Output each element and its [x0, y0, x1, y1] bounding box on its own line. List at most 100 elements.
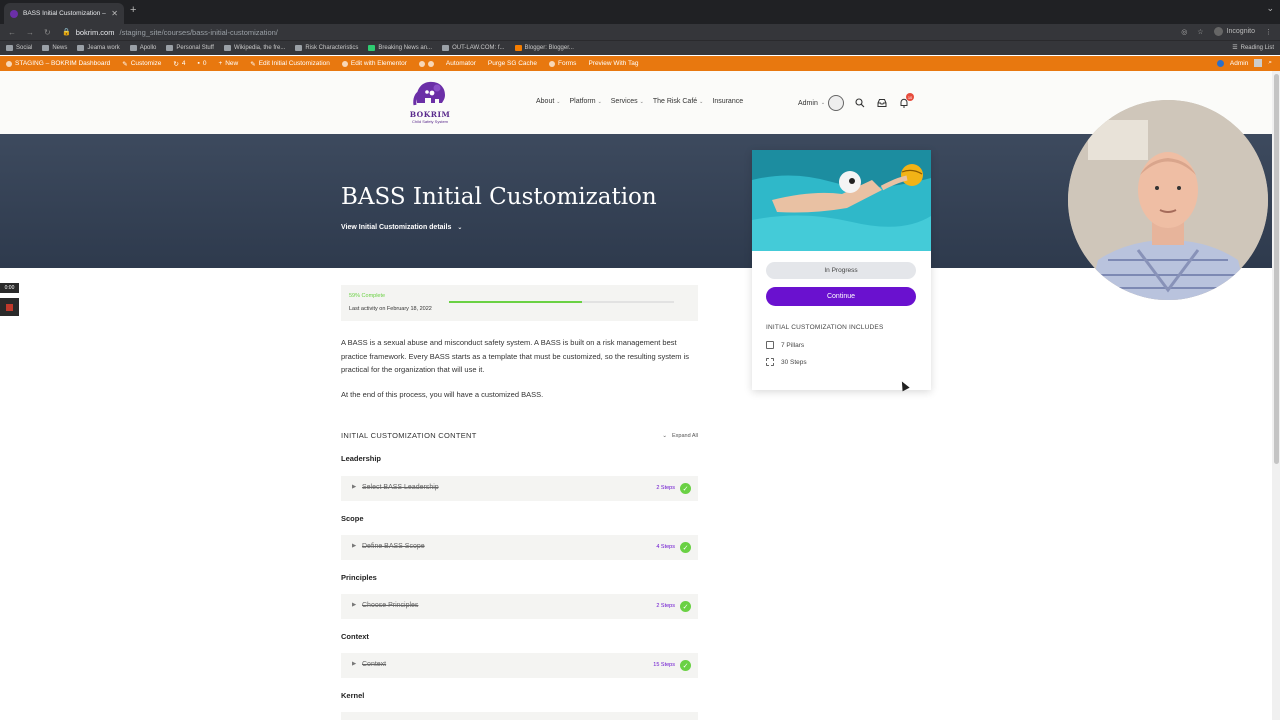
- more-menu-icon[interactable]: ⋮: [1265, 28, 1272, 36]
- header-actions: Admin ⌄ 10: [798, 93, 915, 111]
- search-icon[interactable]: [854, 97, 866, 109]
- wp-elementor-link[interactable]: Edit with Elementor: [341, 60, 407, 67]
- new-tab-icon[interactable]: +: [130, 4, 136, 16]
- browser-tab[interactable]: BASS Initial Customization – B ✕: [4, 3, 124, 24]
- site-header: BOKRIM Child Safety System About ⌄ Platfo…: [0, 71, 1280, 134]
- course-details-toggle[interactable]: View Initial Customization details ⌄: [341, 224, 462, 231]
- bookmark-item[interactable]: Wikipedia, the fre...: [223, 45, 285, 51]
- notification-badge: 10: [906, 93, 915, 101]
- webcam-overlay: [1068, 100, 1268, 300]
- lesson-title: Choose Principles: [362, 602, 419, 609]
- progress-percent: 59% Complete: [349, 293, 386, 299]
- recording-timer: 0:00: [0, 283, 19, 293]
- lesson-title: Context: [362, 661, 387, 668]
- bookmark-item[interactable]: Risk Characteristics: [295, 45, 358, 51]
- lesson-row[interactable]: ▶ Select BASS Leadership 2 Steps ✓: [341, 476, 698, 501]
- reading-list[interactable]: ☰ Reading List: [1232, 44, 1274, 52]
- bookmark-item[interactable]: Social: [6, 45, 32, 51]
- site-logo[interactable]: BOKRIM Child Safety System: [400, 77, 460, 131]
- content-header: INITIAL CUSTOMIZATION CONTENT ⌄ Expand A…: [341, 431, 698, 440]
- plus-icon: +: [218, 60, 223, 67]
- wp-admin-bar: STAGING – BOKRIM Dashboard ✎ Customize ↻ 4…: [0, 56, 1280, 71]
- section-scope: Scope: [341, 514, 364, 523]
- star-icon[interactable]: ☆: [1197, 28, 1203, 36]
- nav-services[interactable]: Services ⌄: [611, 98, 644, 105]
- plugin-icon: [427, 60, 434, 67]
- course-image: [752, 150, 931, 251]
- section-kernel: Kernel: [341, 691, 365, 700]
- wp-edit-link[interactable]: ✎ Edit Initial Customization: [250, 60, 330, 68]
- incognito-indicator[interactable]: Incognito: [1213, 27, 1255, 36]
- bookmark-item[interactable]: Breaking News an...: [368, 45, 432, 51]
- incognito-label: Incognito: [1226, 28, 1255, 35]
- wp-plugin-icons[interactable]: [418, 60, 434, 67]
- nav-platform[interactable]: Platform ⌄: [570, 98, 602, 105]
- wp-customize-link[interactable]: ✎ Customize: [122, 60, 161, 68]
- info-icon[interactable]: [1216, 59, 1224, 67]
- course-description: A BASS is a sexual abuse and misconduct …: [341, 338, 690, 374]
- reload-icon[interactable]: ↻: [44, 28, 51, 37]
- expand-arrow-icon[interactable]: ▶: [352, 602, 356, 608]
- wp-forms-link[interactable]: Forms: [549, 60, 576, 67]
- bookmark-item[interactable]: Personal Stuff: [166, 45, 214, 51]
- wp-purge-cache-link[interactable]: Purge SG Cache: [488, 60, 537, 67]
- stop-recording-button[interactable]: [0, 298, 19, 316]
- progress-track: [449, 301, 674, 303]
- bell-icon[interactable]: 10: [898, 93, 915, 109]
- close-tab-icon[interactable]: ✕: [111, 9, 118, 18]
- expand-arrow-icon[interactable]: ▶: [352, 484, 356, 490]
- wp-admin-account[interactable]: Admin: [1230, 60, 1248, 67]
- bookmark-item[interactable]: Blogger: Blogger...: [514, 45, 574, 51]
- eye-off-icon[interactable]: ◎: [1181, 28, 1187, 36]
- presenter-video: [1068, 100, 1268, 300]
- lesson-row[interactable]: ▶ Choose Principles 2 Steps ✓: [341, 594, 698, 619]
- brand-name: BOKRIM: [409, 110, 451, 119]
- wp-preview-tag-link[interactable]: Preview With Tag: [588, 60, 638, 67]
- folder-icon: [129, 45, 137, 51]
- nav-about[interactable]: About ⌄: [536, 98, 561, 105]
- wp-new-link[interactable]: + New: [218, 60, 238, 67]
- expand-arrow-icon[interactable]: ▶: [352, 661, 356, 667]
- nav-insurance[interactable]: Insurance: [712, 98, 743, 105]
- url-field[interactable]: 🔒 bokrim.com/staging_site/courses/bass-i…: [62, 26, 1162, 38]
- wp-automator-link[interactable]: Automator: [446, 60, 476, 67]
- news-icon: [368, 45, 376, 51]
- admin-avatar[interactable]: [1254, 59, 1263, 67]
- nav-risk-cafe[interactable]: The Risk Café ⌄: [653, 98, 704, 105]
- back-icon[interactable]: ←: [8, 28, 16, 37]
- search-icon[interactable]: ⌕: [1268, 59, 1272, 67]
- folder-icon: [6, 45, 13, 51]
- last-activity: Last activity on February 18, 2022: [349, 306, 432, 312]
- lock-icon: 🔒: [62, 29, 71, 36]
- bookmark-item[interactable]: Jeama work: [77, 45, 120, 51]
- wp-updates-link[interactable]: ↻ 4: [173, 60, 185, 68]
- expand-all-button[interactable]: ⌄ Expand All: [662, 431, 698, 440]
- browser-menu-icon[interactable]: ⌄: [1266, 3, 1274, 14]
- elephant-logo-icon: [413, 81, 445, 106]
- forms-icon: [549, 60, 556, 67]
- forward-icon[interactable]: →: [26, 28, 34, 37]
- check-icon: ✓: [680, 483, 691, 494]
- wp-dashboard-link[interactable]: STAGING – BOKRIM Dashboard: [6, 60, 110, 67]
- avatar: [828, 95, 845, 111]
- lesson-row[interactable]: ▶ Context 15 Steps ✓: [341, 653, 698, 678]
- globe-icon: [442, 45, 450, 51]
- plugin-icon: [418, 60, 425, 67]
- comment-icon: ▪: [197, 60, 200, 67]
- account-menu[interactable]: Admin ⌄: [798, 95, 845, 111]
- continue-button[interactable]: Continue: [766, 287, 916, 306]
- chevron-down-icon: ⌄: [820, 100, 826, 106]
- wp-comments-link[interactable]: ▪ 0: [198, 60, 207, 67]
- section-principles: Principles: [341, 573, 377, 582]
- address-bar: ← → ↻ 🔒 bokrim.com/staging_site/courses/…: [0, 24, 1280, 40]
- lesson-row[interactable]: ▶ Define BASS Scope 4 Steps ✓: [341, 535, 698, 560]
- scrollbar-thumb[interactable]: [1274, 74, 1279, 464]
- bookmark-item[interactable]: Apollo: [129, 45, 156, 51]
- expand-arrow-icon[interactable]: ▶: [352, 543, 356, 549]
- bookmark-item[interactable]: News: [42, 45, 67, 51]
- inbox-icon[interactable]: [876, 97, 888, 109]
- check-icon: ✓: [680, 601, 691, 612]
- bookmark-item[interactable]: OUT-LAW.COM: f...: [442, 45, 505, 51]
- bookmarks-bar: Social News Jeama work Apollo Personal S…: [0, 40, 1280, 55]
- lesson-row[interactable]: [341, 712, 698, 720]
